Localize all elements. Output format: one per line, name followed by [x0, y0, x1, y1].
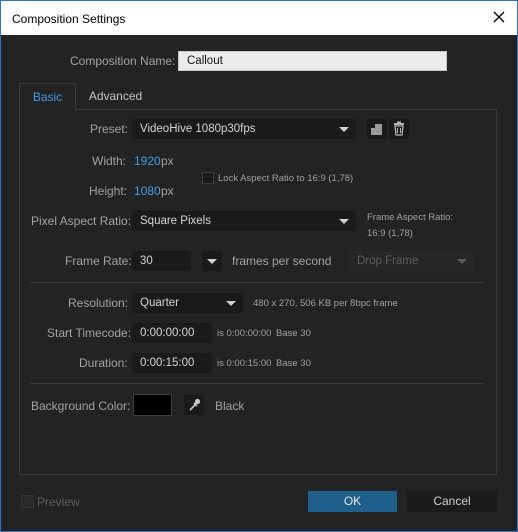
preview-checkbox: [21, 495, 34, 508]
start-timecode-label: Start Timecode:: [47, 326, 132, 340]
save-preset-icon: [371, 124, 382, 135]
resolution-dropdown[interactable]: Quarter: [132, 293, 243, 313]
tab-basic[interactable]: Basic: [19, 83, 76, 110]
frame-rate-label: Frame Rate:: [65, 254, 132, 268]
preset-dropdown[interactable]: VideoHive 1080p30fps: [132, 119, 356, 139]
cancel-button[interactable]: Cancel: [407, 491, 497, 512]
chevron-down-icon: [339, 219, 349, 224]
duration-info: is 0:00:15:00: [217, 358, 272, 369]
chevron-down-icon: [339, 127, 349, 132]
height-label: Height:: [89, 184, 128, 198]
eyedropper-button[interactable]: [184, 395, 204, 415]
chevron-down-icon: [207, 259, 217, 264]
duration-base: Base 30: [276, 358, 311, 369]
start-timecode-field[interactable]: 0:00:00:00: [132, 323, 212, 343]
ok-button[interactable]: OK: [308, 491, 397, 512]
composition-name-field[interactable]: Callout: [178, 51, 447, 71]
height-value[interactable]: 1080: [134, 184, 161, 198]
title-bar: Composition Settings: [1, 1, 517, 35]
composition-settings-dialog: Composition Settings Composition Name: C…: [0, 0, 518, 532]
composition-name-label: Composition Name:: [70, 54, 176, 68]
frame-rate-dropdown[interactable]: [202, 251, 222, 271]
background-color-label: Background Color:: [31, 399, 131, 413]
divider: [30, 383, 484, 384]
resolution-value: Quarter: [140, 297, 179, 309]
frame-aspect-value: 16:9 (1,78): [367, 228, 413, 239]
delete-preset-button[interactable]: [389, 119, 409, 139]
width-label: Width:: [92, 154, 127, 168]
preset-label: Preset:: [90, 122, 129, 136]
width-unit: px: [161, 154, 174, 168]
pixel-aspect-label: Pixel Aspect Ratio:: [31, 214, 132, 228]
chevron-down-icon: [457, 259, 467, 264]
settings-panel: [19, 109, 497, 475]
background-color-swatch[interactable]: [133, 394, 172, 416]
drop-frame-value: Drop Frame: [357, 255, 419, 267]
chevron-down-icon: [226, 301, 236, 306]
resolution-info: 480 x 270, 506 KB per 8bpc frame: [253, 298, 398, 309]
frame-rate-field[interactable]: 30: [132, 251, 191, 271]
duration-field[interactable]: 0:00:15:00: [132, 353, 212, 373]
divider: [30, 282, 484, 283]
pixel-aspect-dropdown[interactable]: Square Pixels: [132, 211, 356, 231]
frame-aspect-label: Frame Aspect Ratio:: [367, 212, 454, 223]
height-unit: px: [161, 184, 174, 198]
close-icon[interactable]: [491, 9, 507, 25]
background-color-name: Black: [215, 399, 245, 413]
save-preset-button[interactable]: [367, 119, 387, 139]
drop-frame-dropdown: Drop Frame: [349, 251, 474, 271]
duration-label: Duration:: [79, 356, 128, 370]
tab-advanced[interactable]: Advanced: [77, 83, 154, 110]
width-value[interactable]: 1920: [134, 154, 161, 168]
resolution-label: Resolution:: [68, 296, 129, 310]
lock-aspect-checkbox[interactable]: [202, 172, 214, 184]
preset-value: VideoHive 1080p30fps: [140, 123, 256, 135]
frame-rate-unit: frames per second: [232, 254, 332, 268]
pixel-aspect-value: Square Pixels: [140, 215, 211, 227]
window-title: Composition Settings: [12, 12, 126, 26]
start-timecode-base: Base 30: [276, 328, 311, 339]
eyedropper-icon: [189, 398, 201, 411]
start-timecode-info: is 0:00:00:00: [217, 328, 272, 339]
trash-icon: [394, 121, 404, 136]
preview-label: Preview: [37, 495, 80, 509]
lock-aspect-label: Lock Aspect Ratio to 16:9 (1,78): [218, 173, 354, 184]
